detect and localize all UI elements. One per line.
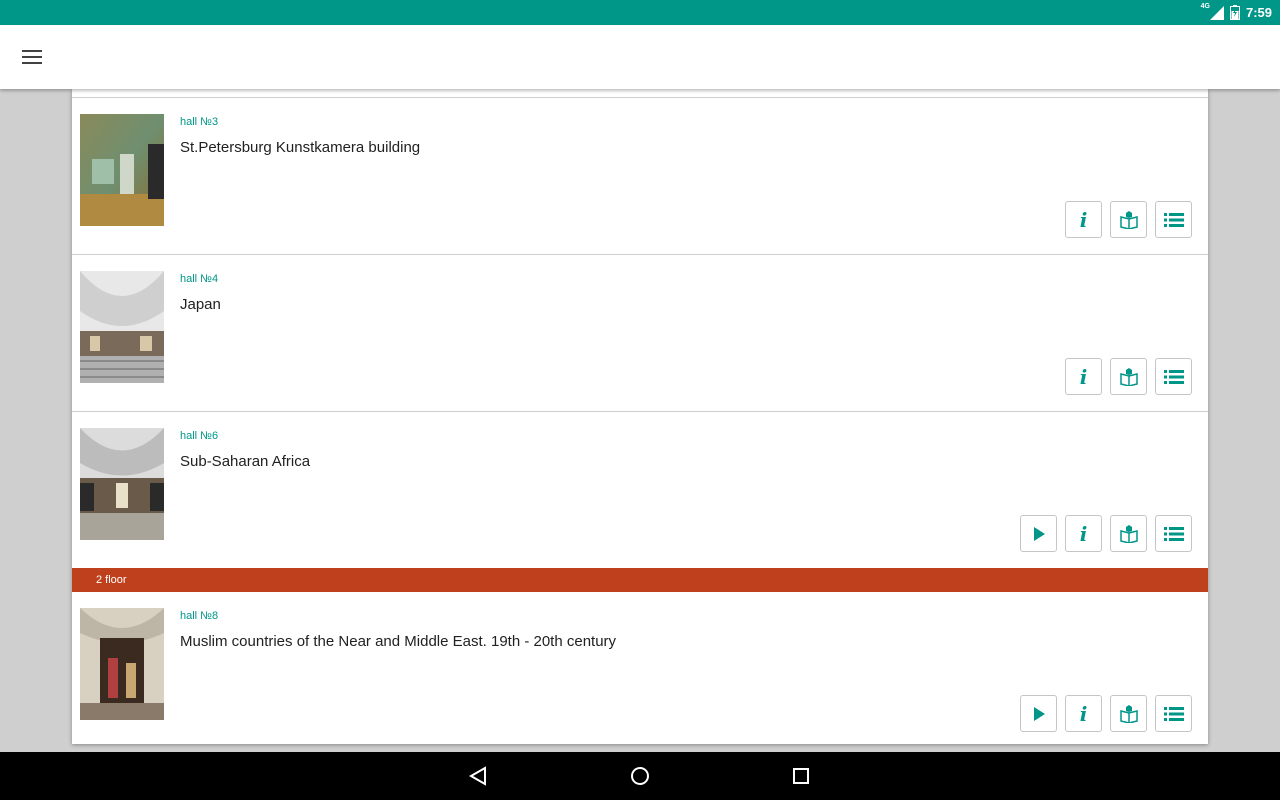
book-icon: [1119, 367, 1138, 386]
info-icon: i: [1079, 701, 1088, 726]
list-button[interactable]: [1155, 358, 1192, 395]
info-button[interactable]: i: [1065, 515, 1102, 552]
hall-number: hall №4: [180, 273, 219, 285]
info-button[interactable]: i: [1065, 695, 1102, 732]
list-icon: [1163, 369, 1184, 384]
floor-header: 2 floor: [72, 568, 1208, 592]
hall-thumbnail[interactable]: [80, 428, 164, 540]
book-icon: [1119, 704, 1138, 723]
list-button[interactable]: [1155, 695, 1192, 732]
hall-number: hall №6: [180, 430, 219, 442]
hall-thumbnail[interactable]: [80, 114, 164, 226]
hall-title[interactable]: Sub-Saharan Africa: [180, 453, 310, 470]
hall-title[interactable]: Japan: [180, 296, 221, 313]
info-icon: i: [1079, 207, 1088, 232]
hamburger-menu-icon: [22, 50, 42, 64]
system-nav-bar: [0, 752, 1280, 800]
app-bar: [0, 25, 1280, 89]
hall-title[interactable]: Muslim countries of the Near and Middle …: [180, 633, 616, 650]
list-item-hall-4[interactable]: hall №4 Japan i: [72, 254, 1208, 411]
info-icon: i: [1079, 521, 1088, 546]
play-button[interactable]: [1020, 695, 1057, 732]
list-button[interactable]: [1155, 201, 1192, 238]
hall-thumbnail[interactable]: [80, 271, 164, 383]
status-bar: 4G 7:59: [0, 0, 1280, 25]
recents-button[interactable]: [789, 764, 813, 788]
book-icon: [1119, 210, 1138, 229]
book-icon: [1119, 524, 1138, 543]
play-icon: [1033, 526, 1045, 541]
info-button[interactable]: i: [1065, 358, 1102, 395]
list-icon: [1163, 212, 1184, 227]
list-item-hall-3[interactable]: hall №3 St.Petersburg Kunstkamera buildi…: [72, 97, 1208, 254]
hall-title[interactable]: St.Petersburg Kunstkamera building: [180, 139, 420, 156]
play-icon: [1033, 706, 1045, 721]
guide-book-button[interactable]: [1110, 358, 1147, 395]
list-button[interactable]: [1155, 515, 1192, 552]
list-item-hall-6[interactable]: hall №6 Sub-Saharan Africa i: [72, 411, 1208, 568]
list-icon: [1163, 526, 1184, 541]
list-item-hall-8[interactable]: hall №8 Muslim countries of the Near and…: [72, 592, 1208, 744]
home-button[interactable]: [628, 764, 652, 788]
clock: 7:59: [1245, 5, 1272, 20]
signal-icon: [1209, 5, 1224, 20]
info-button[interactable]: i: [1065, 201, 1102, 238]
hall-list: hall №3 St.Petersburg Kunstkamera buildi…: [72, 89, 1208, 744]
back-icon: [469, 766, 486, 786]
back-button[interactable]: [466, 764, 490, 788]
battery-icon: [1229, 5, 1240, 20]
list-icon: [1163, 706, 1184, 721]
guide-book-button[interactable]: [1110, 201, 1147, 238]
guide-book-button[interactable]: [1110, 515, 1147, 552]
recents-icon: [793, 768, 809, 784]
play-button[interactable]: [1020, 515, 1057, 552]
menu-button[interactable]: [12, 37, 52, 77]
hall-thumbnail[interactable]: [80, 608, 164, 720]
home-icon: [631, 767, 649, 785]
network-type: 4G: [1200, 3, 1210, 10]
guide-book-button[interactable]: [1110, 695, 1147, 732]
hall-number: hall №8: [180, 610, 219, 622]
info-icon: i: [1079, 364, 1088, 389]
hall-number: hall №3: [180, 116, 219, 128]
